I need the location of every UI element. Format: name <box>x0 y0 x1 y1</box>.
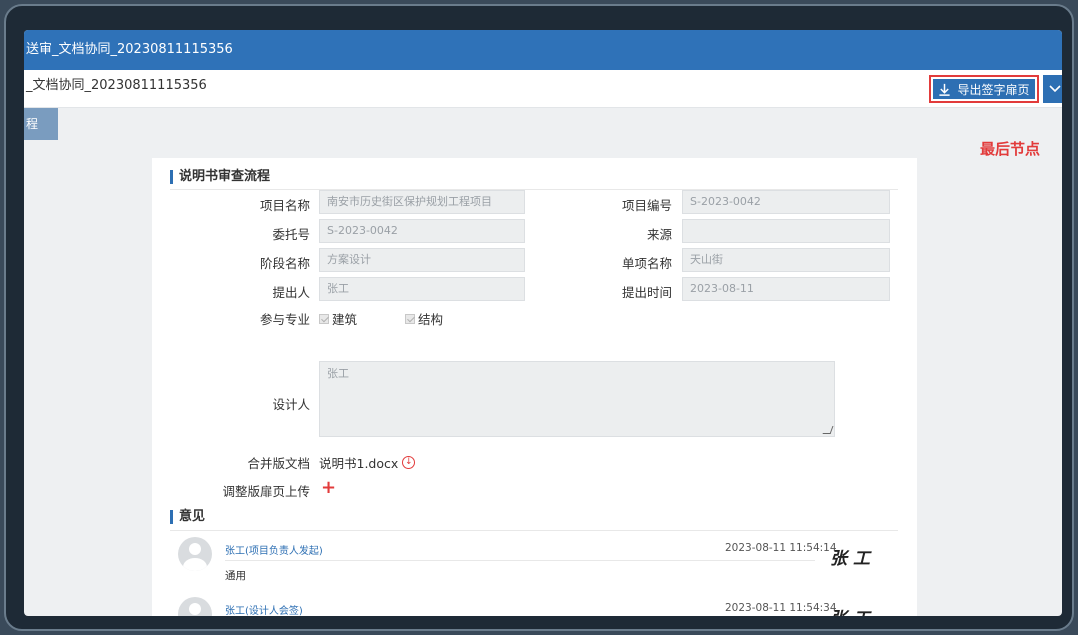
project-no-label: 项目编号 <box>621 198 672 213</box>
proposer-label: 提出人 <box>272 285 310 300</box>
project-name-label: 项目名称 <box>259 198 310 213</box>
propose-time-field[interactable]: 2023-08-11 <box>682 277 890 301</box>
form-section-title: 说明书审查流程 <box>170 170 270 184</box>
signature-image: 张工 <box>830 604 876 616</box>
source-field[interactable] <box>682 219 890 243</box>
export-button-label: 导出签字扉页 <box>957 82 1030 97</box>
project-no-field[interactable]: S-2023-0042 <box>682 190 890 214</box>
device-frame: 送审_文档协同_20230811115356 _文档协同_20230811115… <box>4 4 1074 631</box>
resize-handle-icon[interactable] <box>822 426 834 434</box>
upload-label: 调整版扉页上传 <box>222 484 310 499</box>
designer-value: 张工 <box>327 367 349 380</box>
discipline-architecture-label: 建筑 <box>332 312 358 327</box>
signature-image: 张工 <box>830 549 876 569</box>
item-name-field[interactable]: 天山街 <box>682 248 890 272</box>
discipline-structure-label: 结构 <box>418 312 444 327</box>
proposer-field[interactable]: 张工 <box>319 277 525 301</box>
divider <box>170 530 898 531</box>
stage-field[interactable]: 方案设计 <box>319 248 525 272</box>
document-header: _文档协同_20230811115356 导出签字扉页 <box>24 70 1062 108</box>
document-subtitle: _文档协同_20230811115356 <box>26 78 207 93</box>
source-label: 来源 <box>646 227 672 242</box>
stage-label: 阶段名称 <box>259 256 310 271</box>
chevron-down-icon <box>1049 85 1061 93</box>
opinions-section-title: 意见 <box>170 510 205 524</box>
form-card: 说明书审查流程 项目名称 南安市历史街区保护规划工程项目 项目编号 S-2023… <box>152 158 917 616</box>
opinion-author[interactable]: 张工(项目负责人发起) <box>225 542 323 557</box>
opinion-time: 2023-08-11 11:54:14 <box>725 542 837 554</box>
screen: 送审_文档协同_20230811115356 _文档协同_20230811115… <box>24 30 1062 616</box>
entrust-no-field[interactable]: S-2023-0042 <box>319 219 525 243</box>
checkbox-icon <box>405 313 415 324</box>
more-options-button[interactable] <box>1043 75 1062 103</box>
opinion-item: 张工(设计人会签) 2023-08-11 11:54:34 张工 通用 <box>170 594 898 616</box>
merged-doc-label: 合并版文档 <box>247 456 310 471</box>
avatar <box>178 537 212 571</box>
tab-process[interactable]: 程 <box>24 108 58 140</box>
last-node-annotation: 最后节点 <box>980 140 1041 158</box>
item-name-label: 单项名称 <box>621 256 672 271</box>
project-name-field[interactable]: 南安市历史街区保护规划工程项目 <box>319 190 525 214</box>
download-arrow-icon <box>939 83 951 96</box>
window-title-bar: 送审_文档协同_20230811115356 <box>24 30 1062 70</box>
opinion-author[interactable]: 张工(设计人会签) <box>225 602 303 616</box>
entrust-no-label: 委托号 <box>272 227 310 242</box>
discipline-architecture-checkbox[interactable]: 建筑 <box>319 309 357 328</box>
download-icon[interactable]: ↓ <box>402 456 416 469</box>
add-upload-icon[interactable]: + <box>321 479 336 497</box>
disciplines-label: 参与专业 <box>259 312 310 327</box>
designer-label: 设计人 <box>272 397 310 412</box>
merged-doc-filename: 说明书1.docx <box>319 456 399 471</box>
divider <box>225 560 815 561</box>
opinion-time: 2023-08-11 11:54:34 <box>725 602 837 614</box>
export-signature-page-button[interactable]: 导出签字扉页 <box>929 75 1039 103</box>
window-title: 送审_文档协同_20230811115356 <box>26 42 233 57</box>
designer-textarea[interactable]: 张工 <box>319 361 835 437</box>
tab-bar: 程 <box>24 108 1062 140</box>
propose-time-label: 提出时间 <box>621 285 672 300</box>
avatar <box>178 597 212 616</box>
discipline-structure-checkbox[interactable]: 结构 <box>405 309 443 328</box>
opinion-item: 张工(项目负责人发起) 2023-08-11 11:54:14 张工 通用 <box>170 534 898 590</box>
checkbox-icon <box>319 313 329 324</box>
merged-doc-link[interactable]: 说明书1.docx ↓ <box>319 453 416 472</box>
opinion-text: 通用 <box>225 570 246 582</box>
